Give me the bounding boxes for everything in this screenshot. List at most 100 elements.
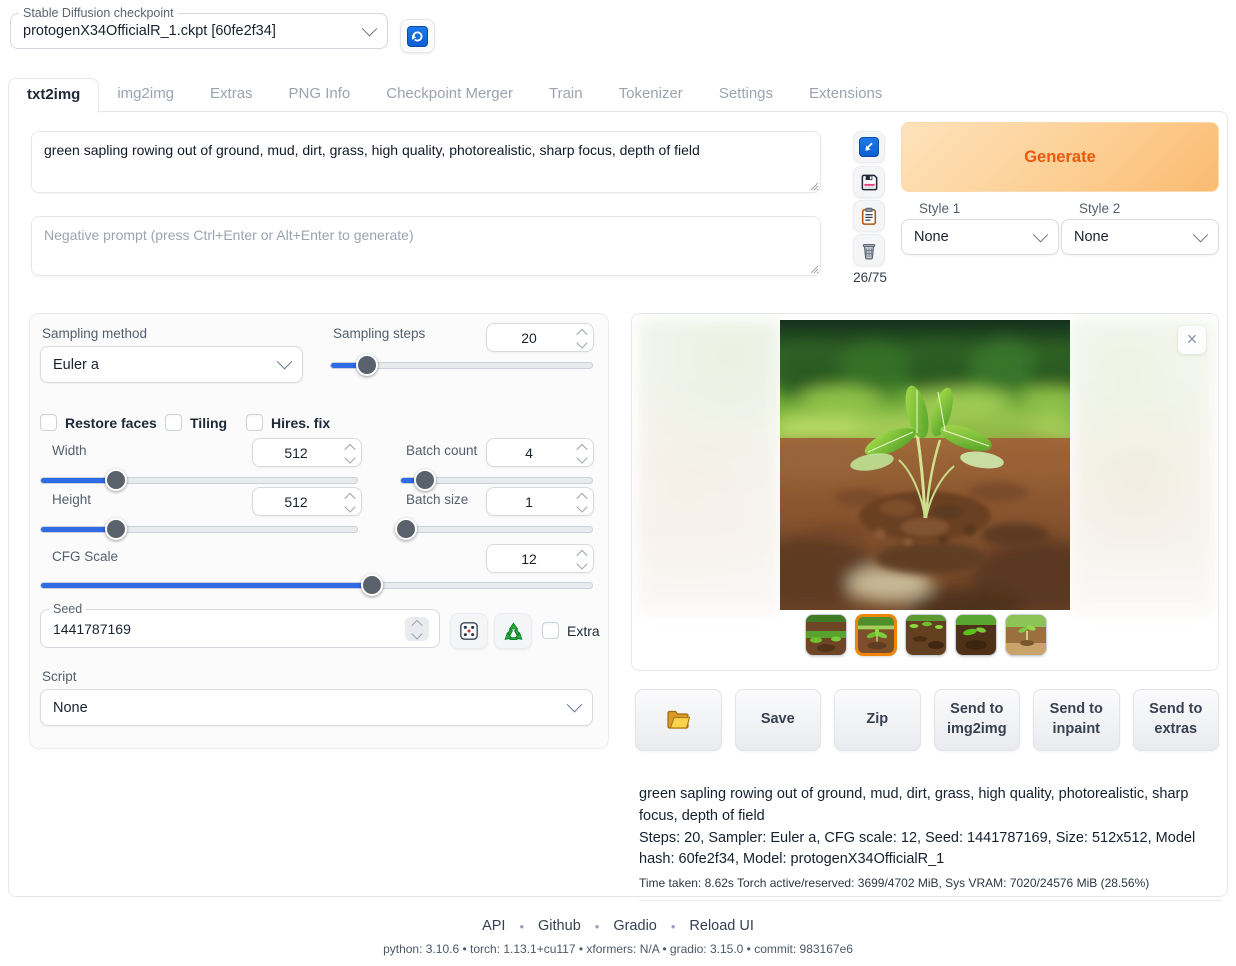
cfg-scale-input[interactable]: 12 — [486, 544, 594, 573]
checkbox-box[interactable] — [246, 414, 263, 431]
generation-params-panel: Sampling method Euler a Sampling steps 2… — [29, 313, 609, 749]
height-slider[interactable] — [40, 518, 358, 540]
refresh-icon — [407, 26, 428, 47]
stepper-arrows[interactable] — [571, 488, 593, 515]
footer-link-reload-ui[interactable]: Reload UI — [689, 918, 753, 934]
gallery-adjacent-image-left[interactable] — [638, 320, 780, 614]
paste-generation-params-button[interactable] — [853, 131, 885, 163]
footer-separator: • — [671, 919, 676, 934]
checkbox-box[interactable] — [40, 414, 57, 431]
footer-link-gradio[interactable]: Gradio — [613, 918, 657, 934]
gallery-adjacent-image-right[interactable] — [1072, 320, 1214, 614]
gallery-thumbnail-4[interactable] — [955, 614, 997, 656]
slider-handle[interactable] — [414, 469, 436, 491]
stepper-arrows[interactable] — [571, 324, 593, 351]
script-select[interactable]: None — [40, 689, 593, 726]
zip-button[interactable]: Zip — [834, 689, 921, 751]
save-style-button[interactable] — [853, 166, 885, 198]
tab-extensions[interactable]: Extensions — [791, 78, 900, 113]
dice-icon — [459, 621, 479, 641]
save-button[interactable]: Save — [735, 689, 822, 751]
footer-link-github[interactable]: Github — [538, 918, 581, 934]
send-to-inpaint-button[interactable]: Send to inpaint — [1033, 689, 1120, 751]
checkpoint-label: Stable Diffusion checkpoint — [19, 6, 178, 20]
slider-handle[interactable] — [395, 518, 417, 540]
gallery-thumbnail-2-selected[interactable] — [855, 614, 897, 656]
sampling-steps-slider[interactable] — [330, 354, 593, 376]
batch-size-slider[interactable] — [400, 518, 593, 540]
gallery-thumbnail-strip — [632, 614, 1219, 656]
slider-handle[interactable] — [356, 354, 378, 376]
checkbox-box[interactable] — [542, 622, 559, 639]
batch-size-label: Batch size — [406, 492, 468, 507]
script-label: Script — [42, 669, 77, 684]
height-input[interactable]: 512 — [252, 487, 362, 516]
sampling-steps-label: Sampling steps — [333, 326, 425, 341]
send-to-extras-button[interactable]: Send to extras — [1133, 689, 1220, 751]
seed-field[interactable]: Seed 1441787169 — [40, 602, 440, 648]
save-style-icon — [860, 173, 879, 192]
tab-extras[interactable]: Extras — [192, 78, 271, 113]
cfg-scale-slider[interactable] — [40, 574, 593, 596]
stepper-arrows[interactable] — [405, 617, 429, 641]
footer-version-info: python: 3.10.6 • torch: 1.13.1+cu117 • x… — [0, 942, 1236, 956]
style2-label: Style 2 — [1079, 201, 1120, 216]
checkbox-box[interactable] — [165, 414, 182, 431]
clear-prompt-button[interactable] — [853, 234, 885, 266]
stepper-arrows[interactable] — [339, 439, 361, 466]
tab-settings[interactable]: Settings — [701, 78, 791, 113]
footer-separator: • — [595, 919, 600, 934]
send-to-img2img-button[interactable]: Send to img2img — [934, 689, 1021, 751]
generate-button[interactable]: Generate — [901, 122, 1219, 192]
random-seed-button[interactable] — [450, 613, 488, 649]
generated-image[interactable] — [780, 320, 1070, 610]
width-input[interactable]: 512 — [252, 438, 362, 467]
batch-count-input[interactable]: 4 — [486, 438, 594, 467]
prompt-input[interactable]: green sapling rowing out of ground, mud,… — [31, 131, 821, 193]
generation-info: green sapling rowing out of ground, mud,… — [639, 784, 1221, 901]
stepper-arrows[interactable] — [571, 545, 593, 572]
paste-params-icon — [859, 137, 879, 157]
sampling-method-select[interactable]: Euler a — [40, 346, 303, 383]
open-folder-button[interactable] — [635, 689, 722, 751]
checkpoint-selector[interactable]: Stable Diffusion checkpoint protogenX34O… — [10, 6, 388, 49]
refresh-checkpoints-button[interactable] — [400, 19, 435, 53]
negative-prompt-input[interactable] — [31, 216, 821, 276]
close-icon[interactable]: × — [1178, 326, 1206, 354]
sampling-steps-input[interactable]: 20 — [486, 323, 594, 352]
restore-faces-checkbox[interactable]: Restore faces — [40, 414, 157, 431]
footer-links: API • Github • Gradio • Reload UI — [0, 918, 1236, 934]
stepper-arrows[interactable] — [571, 439, 593, 466]
apply-style-button[interactable] — [853, 200, 885, 232]
tab-tokenizer[interactable]: Tokenizer — [601, 78, 701, 113]
generation-info-params: Steps: 20, Sampler: Euler a, CFG scale: … — [639, 828, 1221, 872]
hires-fix-checkbox[interactable]: Hires. fix — [246, 414, 330, 431]
result-gallery: × — [631, 313, 1219, 671]
tab-img2img[interactable]: img2img — [99, 78, 192, 113]
style2-select[interactable]: None — [1061, 219, 1219, 255]
reuse-seed-button[interactable] — [494, 613, 532, 649]
seed-label: Seed — [49, 602, 86, 616]
batch-size-input[interactable]: 1 — [486, 487, 594, 516]
gallery-thumbnail-1[interactable] — [805, 614, 847, 656]
extra-seed-checkbox[interactable]: Extra — [542, 622, 600, 639]
tiling-checkbox[interactable]: Tiling — [165, 414, 227, 431]
slider-handle[interactable] — [361, 574, 383, 596]
gallery-thumbnail-3[interactable] — [905, 614, 947, 656]
token-counter: 26/75 — [849, 270, 891, 285]
cfg-scale-label: CFG Scale — [52, 549, 118, 564]
style1-select[interactable]: None — [901, 219, 1059, 255]
footer-link-api[interactable]: API — [482, 918, 505, 934]
tab-txt2img[interactable]: txt2img — [8, 78, 99, 113]
tab-png-info[interactable]: PNG Info — [271, 78, 369, 113]
chevron-down-icon — [362, 20, 378, 36]
tab-train[interactable]: Train — [531, 78, 601, 113]
footer-separator: • — [519, 919, 524, 934]
tab-checkpoint-merger[interactable]: Checkpoint Merger — [368, 78, 531, 113]
gallery-thumbnail-5[interactable] — [1005, 614, 1047, 656]
chevron-down-icon — [277, 354, 293, 370]
slider-handle[interactable] — [105, 469, 127, 491]
generation-info-prompt: green sapling rowing out of ground, mud,… — [639, 784, 1221, 828]
stepper-arrows[interactable] — [339, 488, 361, 515]
slider-handle[interactable] — [105, 518, 127, 540]
